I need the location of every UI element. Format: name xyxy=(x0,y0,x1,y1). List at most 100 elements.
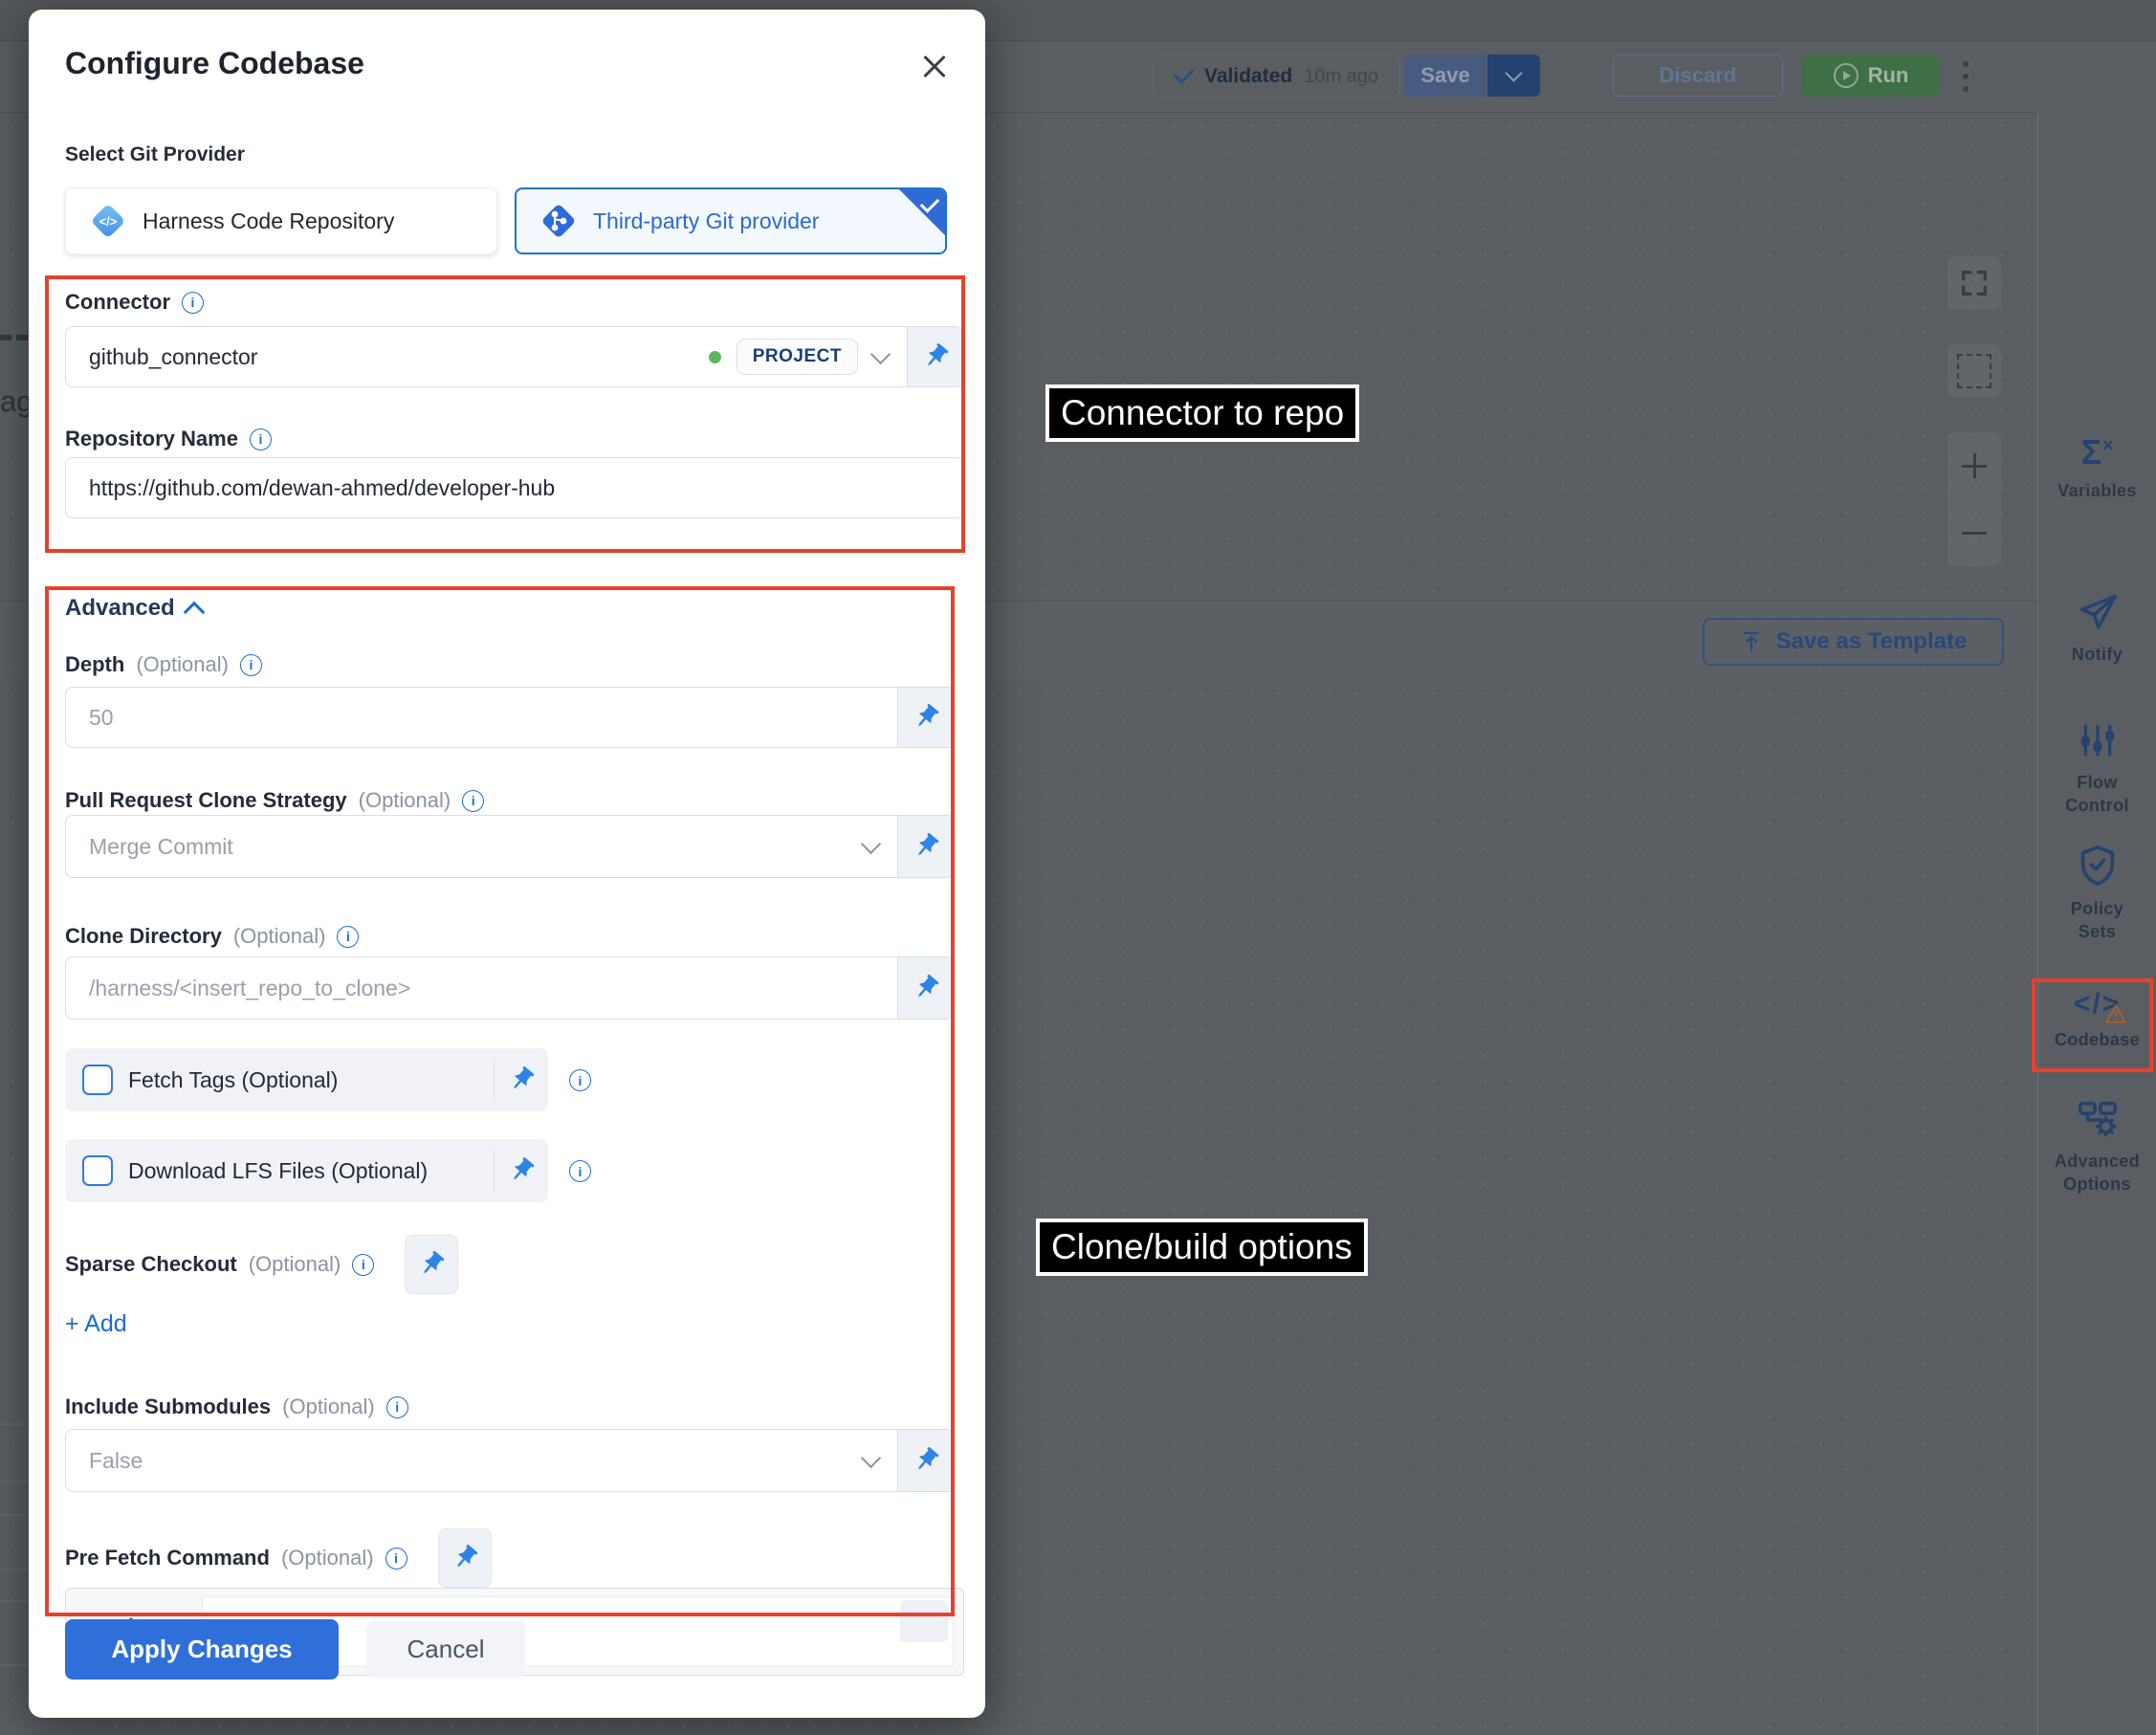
pin-icon xyxy=(915,337,956,377)
depth-label: Depth xyxy=(65,652,124,677)
flowchart-gear-icon xyxy=(2076,1096,2120,1140)
background-list-divider xyxy=(0,1423,29,1425)
depth-input[interactable] xyxy=(66,705,897,731)
kebab-menu-button[interactable] xyxy=(1963,61,1969,92)
save-as-template-button[interactable]: Save as Template xyxy=(1703,618,2004,666)
save-button[interactable]: Save xyxy=(1404,55,1486,97)
selection-tool-button[interactable] xyxy=(1947,344,2001,398)
optional-tag: (Optional) xyxy=(281,1546,374,1570)
sidebar-item-codebase[interactable]: Codebase xyxy=(2038,990,2156,1051)
fullscreen-button[interactable] xyxy=(1947,256,2001,310)
fetch-tags-row: Fetch Tags (Optional) xyxy=(65,1048,548,1111)
pin-button[interactable] xyxy=(897,816,954,877)
chevron-down-icon xyxy=(1505,64,1522,81)
include-submodules-label-row: Include Submodules (Optional) i xyxy=(65,1395,408,1419)
pin-button[interactable] xyxy=(897,1430,954,1491)
pr-clone-strategy-label-row: Pull Request Clone Strategy (Optional) i xyxy=(65,788,484,813)
pin-icon xyxy=(444,1538,484,1578)
apply-changes-button[interactable]: Apply Changes xyxy=(65,1619,339,1680)
clone-directory-input[interactable] xyxy=(66,976,897,1001)
pin-button[interactable] xyxy=(897,688,954,747)
info-icon[interactable]: i xyxy=(182,292,204,314)
save-as-template-label: Save as Template xyxy=(1776,628,1968,655)
discard-button[interactable]: Discard xyxy=(1613,55,1783,97)
info-icon[interactable]: i xyxy=(462,790,484,812)
info-icon[interactable]: i xyxy=(569,1160,591,1182)
pin-icon xyxy=(906,1440,946,1481)
run-button[interactable]: Run xyxy=(1802,55,1940,97)
pin-button[interactable] xyxy=(405,1235,458,1294)
advanced-toggle[interactable]: Advanced xyxy=(65,595,202,622)
pre-fetch-command-label: Pre Fetch Command xyxy=(65,1546,270,1570)
provider-option-harness[interactable]: </> Harness Code Repository xyxy=(65,187,497,254)
repository-name-label: Repository Name xyxy=(65,427,238,451)
download-lfs-checkbox[interactable] xyxy=(82,1155,113,1186)
fetch-tags-label: Fetch Tags (Optional) xyxy=(128,1067,338,1093)
optional-tag: (Optional) xyxy=(233,924,326,949)
advanced-label: Advanced xyxy=(65,595,175,622)
info-icon[interactable]: i xyxy=(352,1254,374,1276)
info-icon[interactable]: i xyxy=(386,1396,408,1418)
close-icon[interactable] xyxy=(918,50,953,84)
info-icon[interactable]: i xyxy=(250,428,272,450)
sidebar-item-label: Advanced Options xyxy=(2050,1150,2145,1197)
include-submodules-label: Include Submodules xyxy=(65,1395,271,1419)
pr-clone-strategy-select[interactable]: Merge Commit xyxy=(65,815,955,878)
pin-icon xyxy=(501,1151,541,1191)
info-icon[interactable]: i xyxy=(337,926,359,948)
provider-option-label: Third-party Git provider xyxy=(593,209,819,234)
provider-option-label: Harness Code Repository xyxy=(143,209,394,234)
check-icon xyxy=(1174,63,1195,84)
chevron-down-icon[interactable] xyxy=(870,343,891,363)
zoom-in-button[interactable] xyxy=(1947,432,2001,499)
repository-name-input[interactable] xyxy=(66,475,963,501)
sidebar-item-label: Flow Control xyxy=(2055,771,2141,818)
pin-button[interactable] xyxy=(907,327,963,386)
modal-title: Configure Codebase xyxy=(65,46,364,81)
chevron-down-icon xyxy=(861,1447,881,1467)
optional-tag: (Optional) xyxy=(136,652,229,677)
sparse-checkout-label: Sparse Checkout xyxy=(65,1252,237,1277)
zoom-panel xyxy=(1947,432,2001,566)
sidebar-item-flow-control[interactable]: Flow Control xyxy=(2038,719,2156,818)
sidebar-item-advanced-options[interactable]: Advanced Options xyxy=(2038,1096,2156,1197)
connector-label-row: Connector i xyxy=(65,290,204,315)
sidebar-item-notify[interactable]: Notify xyxy=(2038,591,2156,666)
optional-tag: (Optional) xyxy=(282,1395,375,1419)
connector-label: Connector xyxy=(65,290,170,315)
sidebar-item-label: Codebase xyxy=(2055,1028,2140,1051)
info-icon[interactable]: i xyxy=(385,1548,407,1570)
provider-option-thirdparty[interactable]: Third-party Git provider xyxy=(515,187,947,254)
depth-field xyxy=(65,687,955,748)
background-list-divider xyxy=(0,1569,29,1570)
git-provider-icon xyxy=(539,202,578,240)
pr-clone-strategy-value: Merge Commit xyxy=(66,834,864,860)
cancel-button[interactable]: Cancel xyxy=(366,1621,525,1678)
editor-expand-button[interactable] xyxy=(900,1600,948,1642)
include-submodules-select[interactable]: False xyxy=(65,1429,955,1492)
dashed-selection-icon xyxy=(1957,354,1991,388)
sidebar-item-label: Policy Sets xyxy=(2059,897,2136,944)
sidebar-item-variables[interactable]: × Variables xyxy=(2038,435,2156,502)
pin-button[interactable] xyxy=(438,1528,492,1588)
info-icon[interactable]: i xyxy=(569,1069,591,1091)
annotation-label-connector: Connector to repo xyxy=(1045,384,1359,442)
pin-button[interactable] xyxy=(495,1156,548,1185)
harness-code-icon: </> xyxy=(89,202,127,240)
optional-tag: (Optional) xyxy=(249,1252,341,1277)
pin-button[interactable] xyxy=(897,957,954,1019)
play-icon xyxy=(1834,63,1859,88)
sidebar-item-policy-sets[interactable]: Policy Sets xyxy=(2038,844,2156,944)
add-sparse-path-link[interactable]: + Add xyxy=(65,1310,127,1338)
paper-plane-icon xyxy=(2077,591,2119,633)
save-dropdown-button[interactable] xyxy=(1487,55,1540,97)
pin-button[interactable] xyxy=(495,1065,548,1094)
zoom-out-button[interactable] xyxy=(1947,499,2001,566)
fetch-tags-checkbox[interactable] xyxy=(82,1065,113,1095)
info-icon[interactable]: i xyxy=(240,654,262,676)
pin-icon xyxy=(501,1060,541,1100)
sidebar-item-label: Variables xyxy=(2057,479,2137,502)
repository-label-row: Repository Name i xyxy=(65,427,272,451)
connector-field[interactable]: github_connector PROJECT xyxy=(65,326,964,387)
repository-name-field-wrap xyxy=(65,457,964,518)
